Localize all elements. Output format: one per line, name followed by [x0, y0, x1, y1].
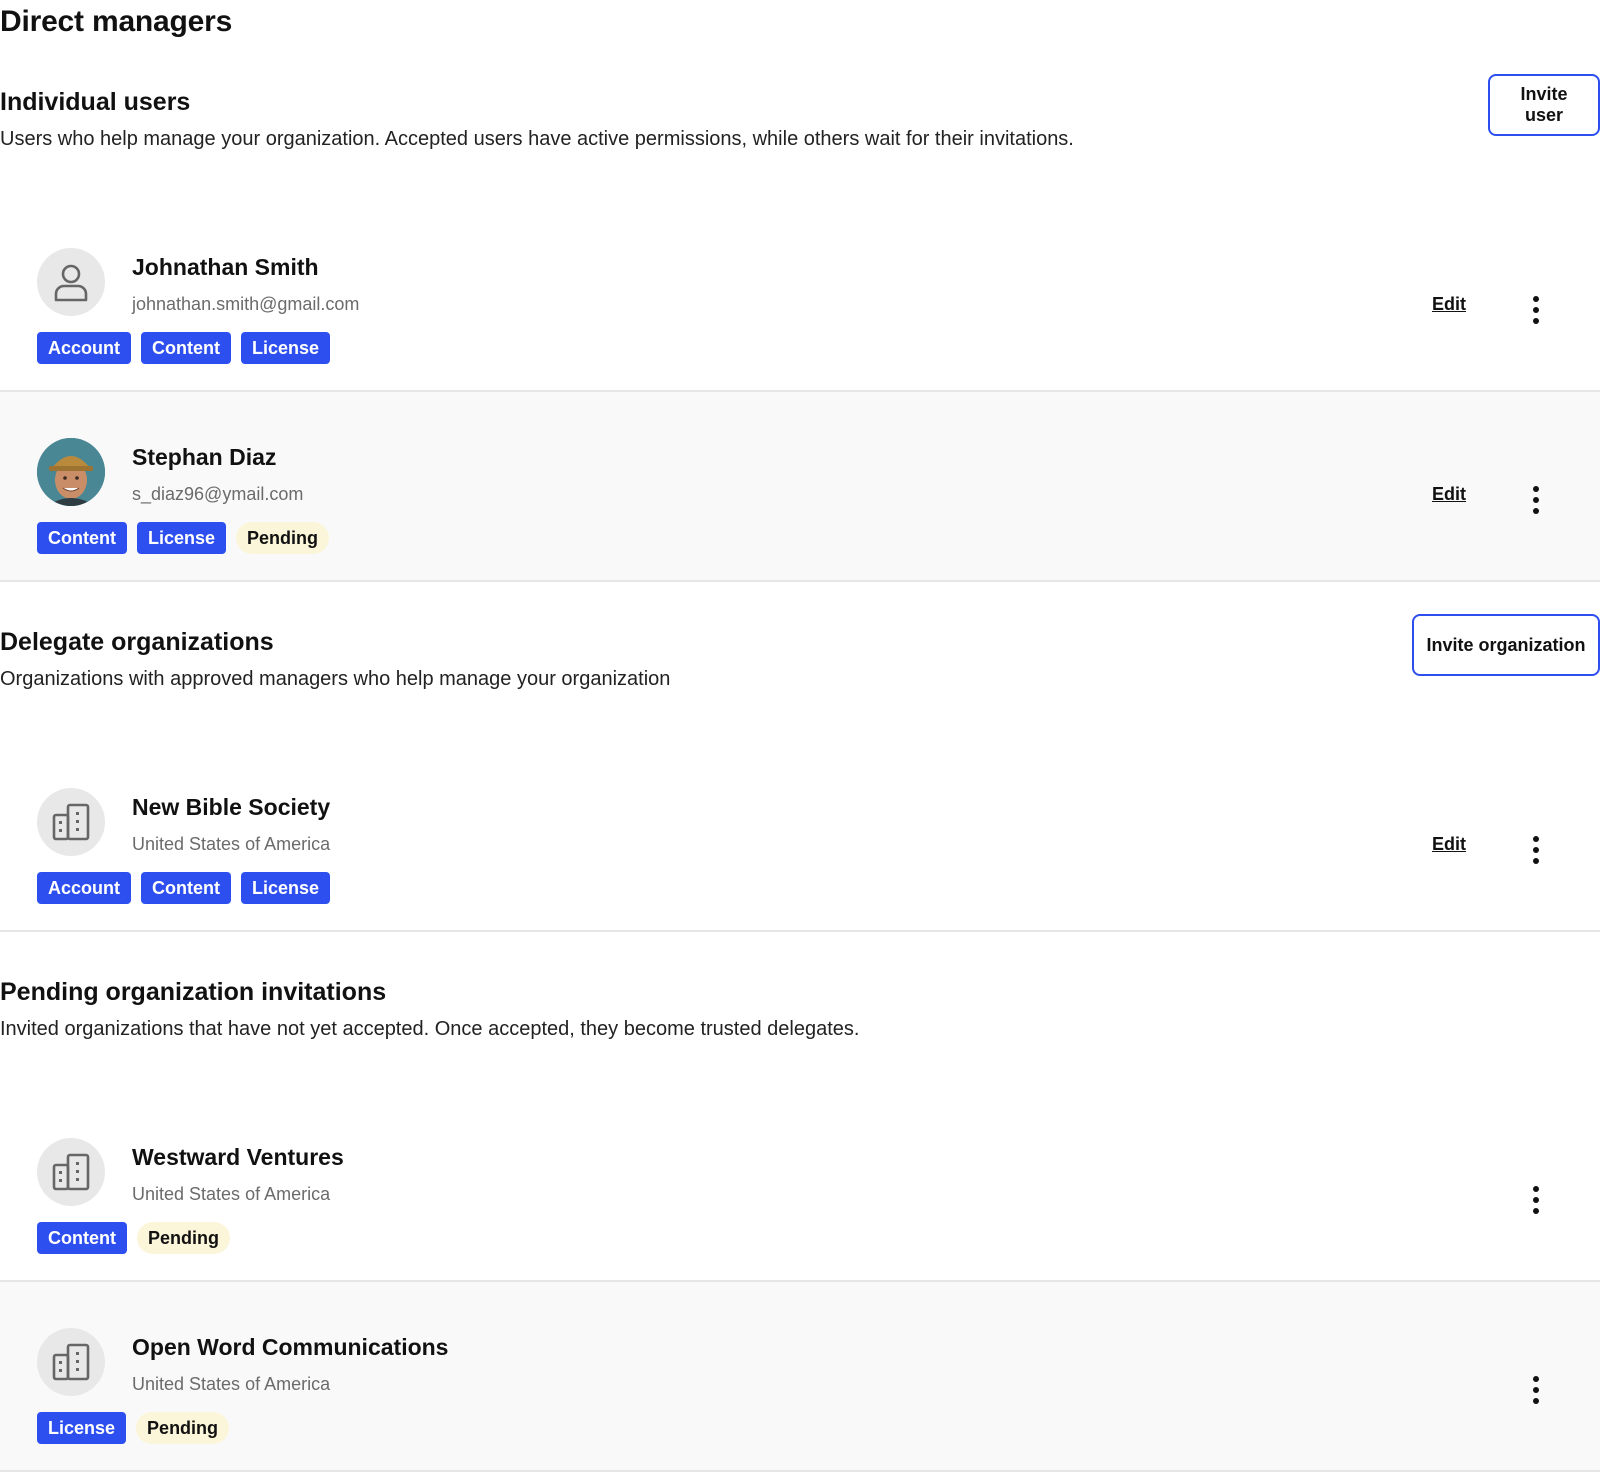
tag-license: License	[240, 332, 331, 364]
more-options-icon[interactable]	[1520, 1368, 1552, 1412]
user-row-johnathan-smith: Johnathan Smith johnathan.smith@gmail.co…	[0, 202, 1600, 392]
building-icon	[37, 788, 105, 856]
user-photo	[37, 438, 105, 506]
status-badge: Pending	[236, 522, 330, 554]
org-country: United States of America	[132, 1184, 331, 1204]
individual-users-section: Individual users Users who help manage y…	[0, 74, 1600, 186]
tag-content: Content	[141, 872, 231, 904]
status-badge: Pending	[136, 1412, 230, 1444]
pending-invitations-section: Pending organization invitations Invited…	[0, 976, 1600, 1076]
user-email: s_diaz96@ymail.com	[132, 484, 304, 504]
section-description: Users who help manage your organization.…	[0, 128, 1074, 150]
section-title: Pending organization invitations	[0, 978, 387, 1006]
org-country: United States of America	[132, 1374, 331, 1394]
permission-tags: Content License Pending	[37, 522, 330, 554]
building-icon	[37, 1138, 105, 1206]
page-title: Direct managers	[0, 5, 233, 38]
invite-organization-button[interactable]: Invite organization	[1412, 614, 1600, 676]
section-description: Invited organizations that have not yet …	[0, 1018, 860, 1040]
building-icon	[37, 1328, 105, 1396]
delegate-organizations-section: Delegate organizations Organizations wit…	[0, 614, 1600, 726]
edit-link[interactable]: Edit	[1432, 834, 1466, 855]
more-options-icon[interactable]	[1520, 828, 1552, 872]
org-name: New Bible Society	[132, 794, 331, 820]
invite-user-button[interactable]: Invite user	[1488, 74, 1600, 136]
permission-tags: License Pending	[37, 1412, 230, 1444]
tag-content: Content	[37, 522, 127, 554]
tag-content: Content	[37, 1222, 127, 1254]
user-row-stephan-diaz: Stephan Diaz s_diaz96@ymail.com Content …	[0, 392, 1600, 582]
user-name: Johnathan Smith	[132, 254, 319, 280]
more-options-icon[interactable]	[1520, 288, 1552, 332]
org-name: Open Word Communications	[132, 1334, 449, 1360]
person-icon	[37, 248, 105, 316]
tag-account: Account	[37, 332, 131, 364]
more-options-icon[interactable]	[1520, 478, 1552, 522]
edit-link[interactable]: Edit	[1432, 484, 1466, 505]
status-badge: Pending	[136, 1222, 230, 1254]
user-email: johnathan.smith@gmail.com	[132, 294, 360, 314]
permission-tags: Account Content License	[37, 872, 331, 904]
org-country: United States of America	[132, 834, 331, 854]
section-header: Pending organization invitations Invited…	[0, 976, 1600, 1076]
section-header: Delegate organizations Organizations wit…	[0, 614, 1600, 726]
tag-content: Content	[141, 332, 231, 364]
permission-tags: Content Pending	[37, 1222, 230, 1254]
org-row-open-word-communications: Open Word Communications United States o…	[0, 1282, 1600, 1472]
section-title: Individual users	[0, 88, 191, 116]
tag-license: License	[240, 872, 331, 904]
section-title: Delegate organizations	[0, 628, 274, 656]
tag-license: License	[37, 1412, 127, 1444]
tag-license: License	[136, 522, 227, 554]
more-options-icon[interactable]	[1520, 1178, 1552, 1222]
user-name: Stephan Diaz	[132, 444, 277, 470]
org-name: Westward Ventures	[132, 1144, 344, 1170]
edit-link[interactable]: Edit	[1432, 294, 1466, 315]
org-row-new-bible-society: New Bible Society United States of Ameri…	[0, 742, 1600, 932]
section-header: Individual users Users who help manage y…	[0, 74, 1600, 186]
org-row-westward-ventures: Westward Ventures United States of Ameri…	[0, 1092, 1600, 1282]
tag-account: Account	[37, 872, 131, 904]
section-description: Organizations with approved managers who…	[0, 668, 671, 690]
permission-tags: Account Content License	[37, 332, 331, 364]
